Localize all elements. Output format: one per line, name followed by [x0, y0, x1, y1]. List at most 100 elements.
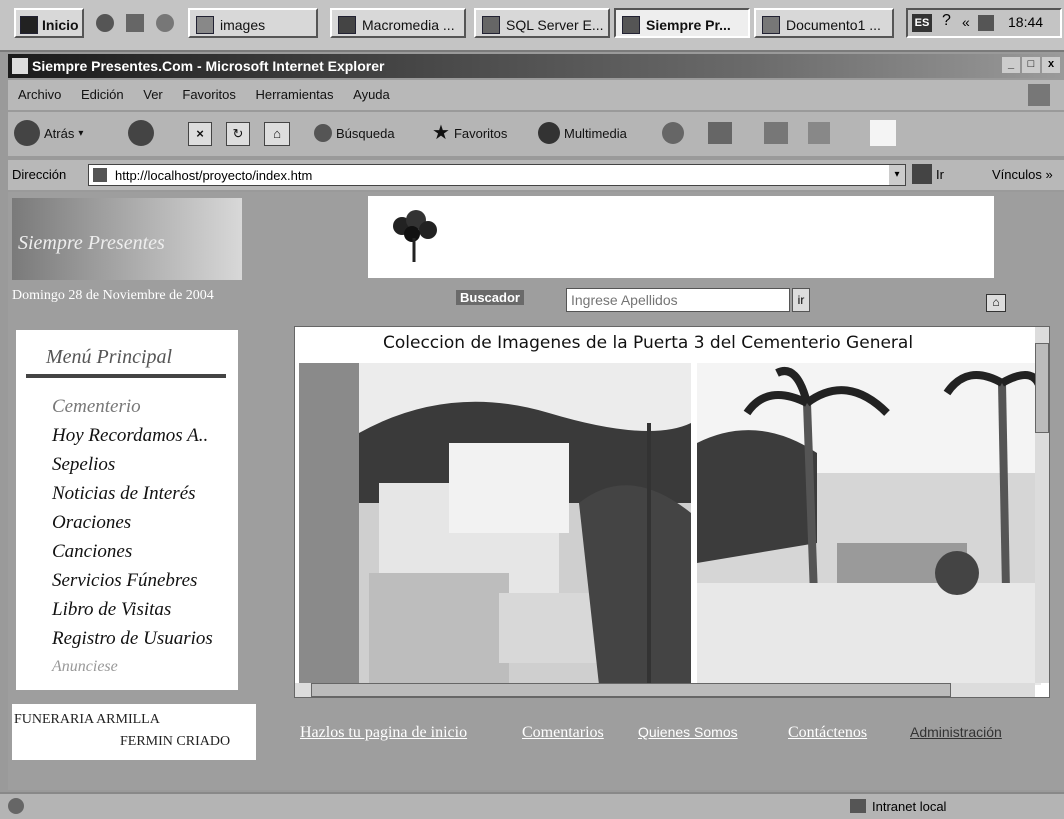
banner — [368, 196, 994, 278]
ie-icon — [12, 58, 28, 74]
taskbar-button-siempre[interactable]: Siempre Pr... — [614, 8, 750, 38]
cemetery-photo-1[interactable] — [299, 363, 691, 685]
minimize-button[interactable]: _ — [1002, 57, 1020, 73]
help-icon[interactable]: ? — [942, 12, 951, 30]
taskbar-label: Siempre Pr... — [646, 17, 731, 33]
link-administracion[interactable]: Administración — [910, 724, 1002, 740]
print-icon[interactable] — [764, 122, 788, 144]
forward-arrow-icon[interactable] — [128, 120, 154, 146]
vertical-scrollbar[interactable] — [1035, 327, 1049, 683]
sponsor-line-1: FUNERARIA ARMILLA — [14, 712, 160, 727]
menu-item-canciones[interactable]: Canciones — [52, 541, 132, 563]
menu-item-servicios[interactable]: Servicios Fúnebres — [52, 570, 197, 592]
cemetery-photo-2[interactable] — [697, 363, 1041, 685]
taskbar-button-macromedia[interactable]: Macromedia ... — [330, 8, 466, 38]
taskbar-button-images[interactable]: images — [188, 8, 318, 38]
volume-icon[interactable] — [978, 15, 994, 31]
gallery-title: Coleccion de Imagenes de la Puerta 3 del… — [383, 333, 914, 353]
close-button[interactable]: x — [1042, 57, 1060, 73]
zone-label: Intranet local — [872, 798, 947, 814]
back-button[interactable]: Atrás ▾ — [14, 120, 83, 146]
link-homepage[interactable]: Hazlos tu pagina de inicio — [300, 724, 467, 742]
folder-icon — [196, 16, 214, 34]
menu-item-sepelios[interactable]: Sepelios — [52, 454, 115, 476]
sponsor-line-2: FERMIN CRIADO — [120, 734, 231, 749]
mail-icon[interactable] — [708, 122, 732, 144]
gallery-frame: Coleccion de Imagenes de la Puerta 3 del… — [294, 326, 1050, 698]
media-button[interactable]: Multimedia — [538, 122, 627, 144]
messenger-icon[interactable] — [870, 120, 896, 146]
date-text: Domingo 28 de Noviembre de 2004 — [12, 288, 214, 303]
address-label: Dirección — [12, 167, 67, 182]
start-button[interactable]: Inicio — [14, 8, 84, 38]
search-icon — [314, 124, 332, 142]
menu-ver[interactable]: Ver — [143, 87, 163, 102]
maximize-button[interactable]: □ — [1022, 57, 1040, 73]
window-title: Siempre Presentes.Com - Microsoft Intern… — [32, 58, 385, 74]
desktop-quicklaunch-icon[interactable] — [156, 14, 174, 32]
address-input[interactable]: http://localhost/proyecto/index.htm ▾ — [88, 164, 906, 186]
site-logo[interactable]: Siempre Presentes — [12, 198, 242, 280]
stop-icon[interactable]: × — [188, 122, 212, 146]
address-url: http://localhost/proyecto/index.htm — [115, 168, 313, 183]
tray-arrows-icon[interactable]: « — [962, 14, 970, 30]
sponsor-box[interactable]: FUNERARIA ARMILLA FERMIN CRIADO — [12, 704, 256, 760]
menu-item-registro[interactable]: Registro de Usuarios — [52, 628, 213, 650]
taskbar-button-sql-server[interactable]: SQL Server E... — [474, 8, 610, 38]
menu-ayuda[interactable]: Ayuda — [353, 87, 390, 102]
page-status-icon — [8, 798, 24, 814]
link-comentarios[interactable]: Comentarios — [522, 724, 604, 742]
menu-edicion[interactable]: Edición — [81, 87, 124, 102]
menu-archivo[interactable]: Archivo — [18, 87, 61, 102]
system-tray: ES ? « 18:44 — [906, 8, 1062, 38]
link-contactenos[interactable]: Contáctenos — [788, 724, 867, 742]
page-content: Siempre Presentes Domingo 28 de Noviembr… — [8, 192, 1064, 790]
menu-item-anunciese[interactable]: Anunciese — [52, 658, 118, 676]
logo-text: Siempre Presentes — [18, 232, 165, 254]
ie-icon — [622, 16, 640, 34]
menu-item-hoy-recordamos[interactable]: Hoy Recordamos A.. — [52, 425, 208, 447]
menu-favoritos[interactable]: Favoritos — [182, 87, 235, 102]
edit-icon[interactable] — [808, 122, 830, 144]
status-bar: Intranet local — [0, 792, 1064, 819]
back-label: Atrás — [44, 125, 75, 141]
macromedia-icon — [338, 16, 356, 34]
go-button[interactable]: Ir — [912, 164, 944, 184]
link-quienes-somos[interactable]: Quienes Somos — [638, 724, 738, 740]
history-icon[interactable] — [662, 122, 684, 144]
search-button[interactable]: Búsqueda — [314, 124, 395, 142]
go-label: Ir — [936, 166, 944, 182]
search-go-button[interactable]: ir — [792, 288, 810, 312]
scrollbar-thumb[interactable] — [311, 683, 951, 697]
title-bar: Siempre Presentes.Com - Microsoft Intern… — [8, 54, 1064, 78]
back-arrow-icon — [14, 120, 40, 146]
search-input[interactable] — [566, 288, 790, 312]
menu-item-noticias[interactable]: Noticias de Interés — [52, 483, 196, 505]
page-icon — [93, 168, 107, 182]
language-indicator[interactable]: ES — [912, 14, 932, 32]
menu-item-cementerio[interactable]: Cementerio — [52, 396, 141, 418]
chevron-down-icon: ▾ — [78, 127, 84, 139]
clock[interactable]: 18:44 — [1008, 14, 1043, 30]
home-icon[interactable]: ⌂ — [986, 294, 1006, 312]
intranet-icon — [850, 799, 866, 813]
outlook-quicklaunch-icon[interactable] — [126, 14, 144, 32]
security-zone: Intranet local — [850, 796, 1050, 816]
links-button[interactable]: Vínculos » — [992, 167, 1053, 182]
refresh-icon[interactable]: ↻ — [226, 122, 250, 146]
favorites-button[interactable]: ★ Favoritos — [432, 123, 507, 143]
windows-logo-icon — [20, 16, 38, 34]
horizontal-scrollbar[interactable] — [295, 683, 1035, 697]
menu-item-oraciones[interactable]: Oraciones — [52, 512, 131, 534]
scrollbar-thumb[interactable] — [1035, 343, 1049, 433]
start-label: Inicio — [42, 17, 79, 33]
sql-server-icon — [482, 16, 500, 34]
home-icon[interactable]: ⌂ — [264, 122, 290, 146]
address-bar: Dirección http://localhost/proyecto/inde… — [8, 160, 1064, 190]
chevron-down-icon[interactable]: ▾ — [889, 165, 905, 185]
ie-quicklaunch-icon[interactable] — [96, 14, 114, 32]
menu-herramientas[interactable]: Herramientas — [255, 87, 333, 102]
menu-item-libro-visitas[interactable]: Libro de Visitas — [52, 599, 171, 621]
go-arrow-icon — [912, 164, 932, 184]
taskbar-button-documento1[interactable]: Documento1 ... — [754, 8, 894, 38]
